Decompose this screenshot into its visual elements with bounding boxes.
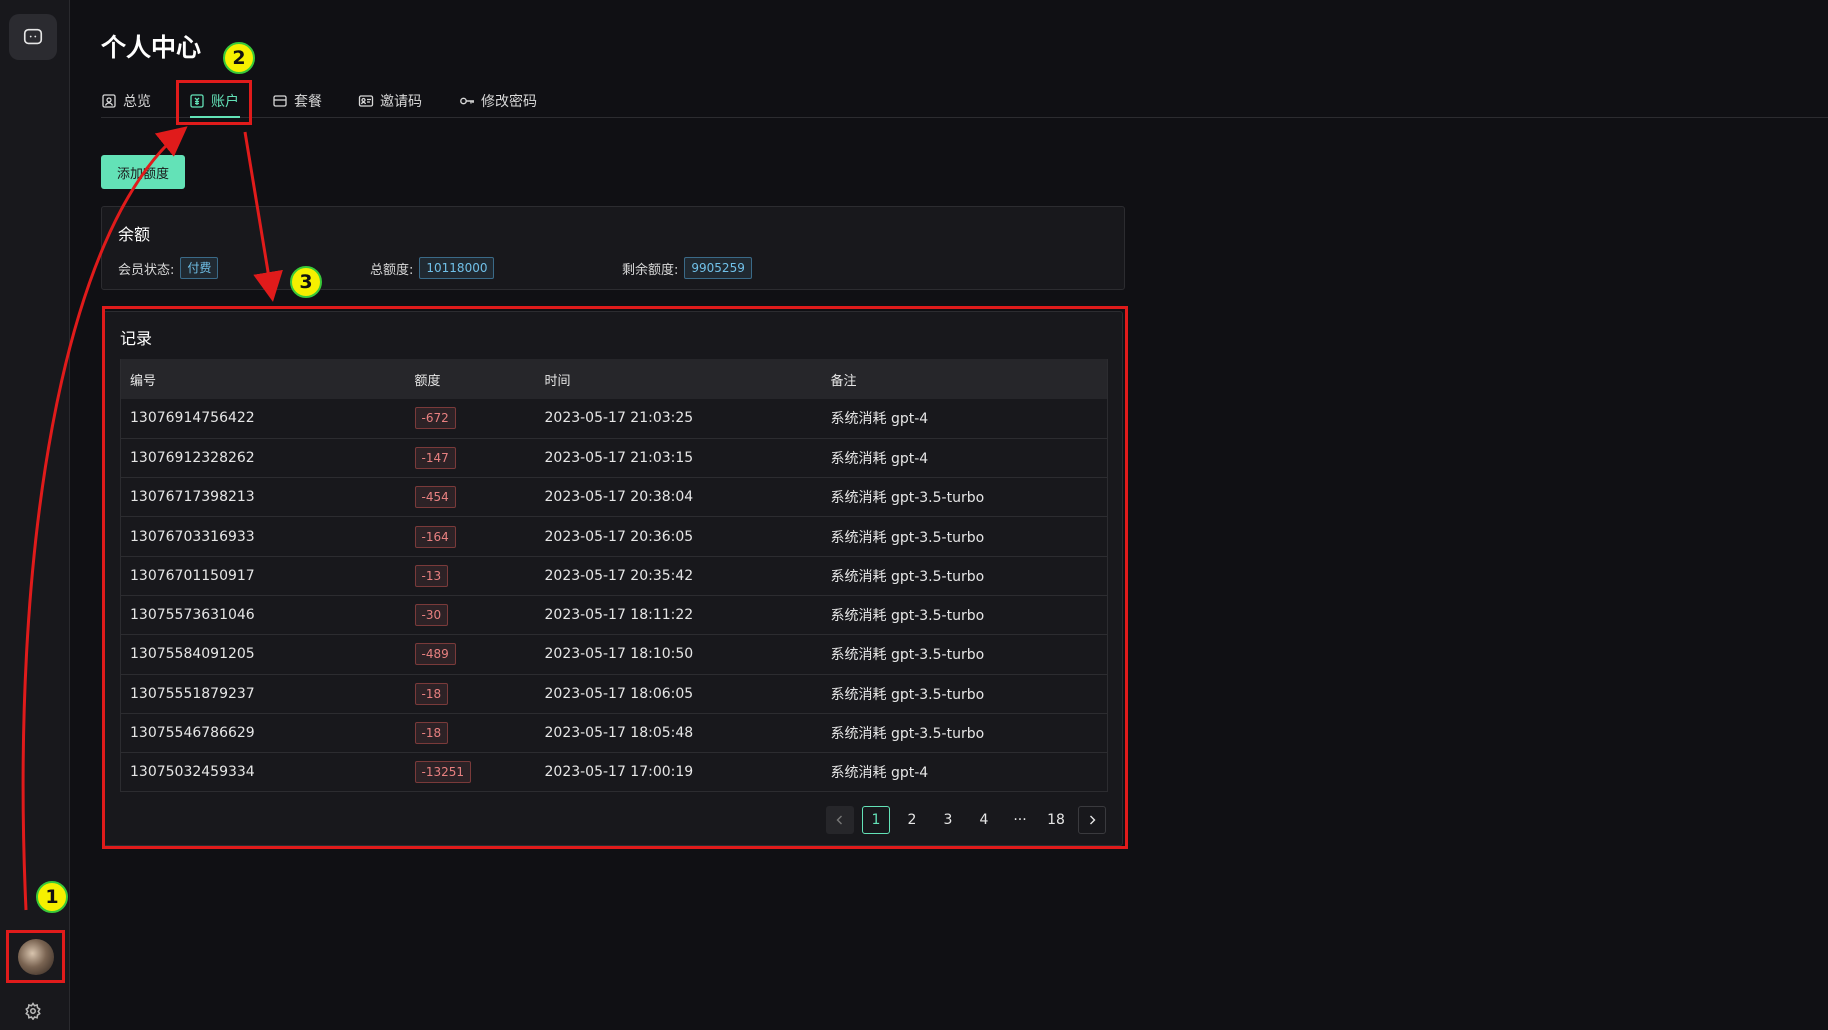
tab-invite-code[interactable]: 邀请码 xyxy=(358,88,422,114)
total-quota: 总额度: 10118000 xyxy=(370,257,495,279)
balance-title: 余额 xyxy=(118,225,151,244)
key-icon xyxy=(460,97,474,105)
remaining-quota: 剩余额度: 9905259 xyxy=(622,257,752,279)
tab-plan-label: 套餐 xyxy=(294,94,322,110)
add-quota-button[interactable]: 添加额度 xyxy=(101,155,185,189)
tab-invite-code-label: 邀请码 xyxy=(380,94,422,110)
tab-overview[interactable]: 总览 xyxy=(101,88,151,114)
id-card-icon xyxy=(358,95,374,107)
membership-status: 会员状态: 付费 xyxy=(118,257,219,279)
balance-card: 余额 会员状态: 付费 总额度: 10118000 剩余额度: 9905259 xyxy=(101,206,1125,290)
tab-plan[interactable]: 套餐 xyxy=(272,88,322,114)
membership-status-badge: 付费 xyxy=(180,257,219,279)
annotation-badge-2: 2 xyxy=(223,42,255,74)
records-highlight xyxy=(102,306,1128,849)
sidebar xyxy=(0,0,70,1030)
tab-change-password[interactable]: 修改密码 xyxy=(459,88,537,114)
account-tab-highlight xyxy=(176,80,252,125)
page-title: 个人中心 xyxy=(101,33,202,62)
card-icon xyxy=(273,95,287,107)
user-card-icon xyxy=(102,94,116,108)
tab-bar: 总览 账户 套餐 邀请码 修改密码 xyxy=(101,84,1828,118)
remaining-quota-value: 9905259 xyxy=(684,257,752,279)
annotation-badge-3: 3 xyxy=(290,266,322,298)
tab-overview-label: 总览 xyxy=(123,94,151,110)
avatar-highlight xyxy=(6,930,65,983)
remaining-quota-label: 剩余额度: xyxy=(622,262,679,278)
avatar[interactable] xyxy=(17,938,54,975)
gear-icon[interactable] xyxy=(22,1000,44,1022)
membership-status-label: 会员状态: xyxy=(118,262,175,278)
annotation-badge-1: 1 xyxy=(36,881,68,913)
tab-change-password-label: 修改密码 xyxy=(481,94,537,110)
total-quota-value: 10118000 xyxy=(419,257,495,279)
total-quota-label: 总额度: xyxy=(370,262,414,278)
chat-bubble-icon[interactable] xyxy=(9,14,57,60)
